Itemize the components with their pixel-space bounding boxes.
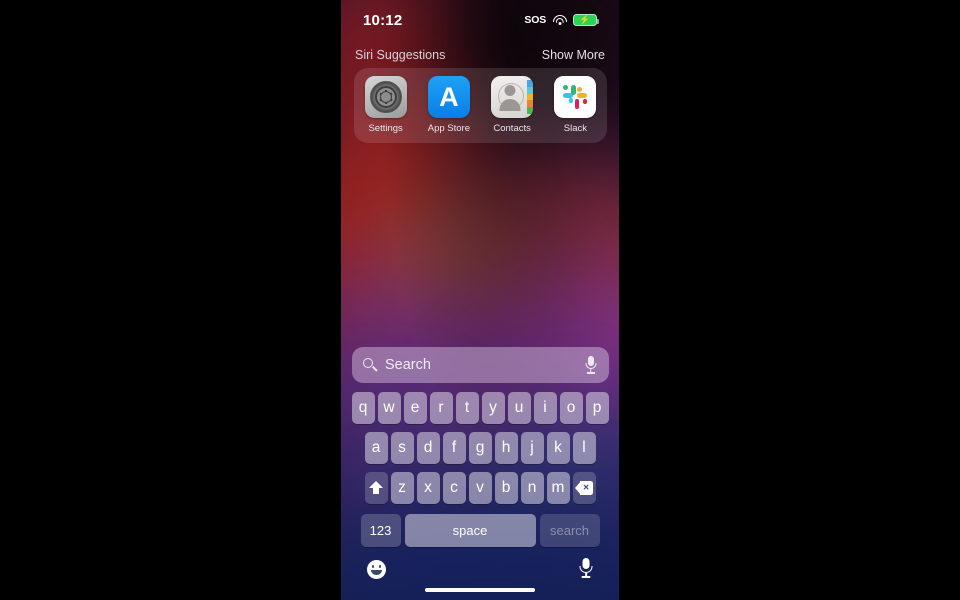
key-b[interactable]: b (494, 472, 518, 504)
show-more-button[interactable]: Show More (542, 48, 605, 62)
wifi-icon (552, 14, 567, 26)
search-input[interactable]: Search (385, 357, 583, 373)
status-clock: 10:12 (363, 11, 403, 29)
app-label: Slack (563, 123, 587, 134)
key-t[interactable]: t (455, 392, 479, 424)
siri-suggestions-card: Settings A App Store Contacts Slack (354, 68, 607, 143)
key-search-return[interactable]: search (539, 513, 600, 547)
key-numbers[interactable]: 123 (360, 513, 401, 547)
app-label: App Store (427, 123, 470, 134)
key-u[interactable]: u (507, 392, 531, 424)
key-g[interactable]: g (468, 432, 492, 464)
app-label: Contacts (493, 123, 531, 134)
key-z[interactable]: z (390, 472, 414, 504)
key-p[interactable]: p (585, 392, 609, 424)
status-bar: 10:12 SOS ⚡ (341, 0, 619, 40)
app-shortcut-slack[interactable]: Slack (547, 76, 603, 134)
key-w[interactable]: w (377, 392, 401, 424)
key-n[interactable]: n (520, 472, 544, 504)
key-space[interactable]: space (404, 513, 536, 547)
key-f[interactable]: f (442, 432, 466, 464)
key-a[interactable]: a (364, 432, 388, 464)
app-label: Settings (368, 123, 403, 134)
siri-suggestions-header: Siri Suggestions Show More (341, 44, 619, 66)
key-j[interactable]: j (520, 432, 544, 464)
app-shortcut-contacts[interactable]: Contacts (484, 76, 540, 134)
search-bar[interactable]: Search (352, 347, 609, 383)
keyboard-bottom-bar (341, 548, 619, 600)
siri-suggestions-title: Siri Suggestions (355, 48, 446, 62)
app-store-icon: A (427, 76, 470, 118)
battery-bolt-icon: ⚡ (579, 14, 591, 25)
keyboard-row-3: z x c v b n m ✕ (341, 468, 619, 508)
app-store-glyph: A (439, 81, 459, 112)
key-q[interactable]: q (351, 392, 375, 424)
search-icon (363, 358, 378, 372)
battery-charging-icon: ⚡ (573, 14, 599, 26)
key-c[interactable]: c (442, 472, 466, 504)
status-indicators: SOS ⚡ (524, 14, 599, 26)
phone-screen: 10:12 SOS ⚡ Siri Suggestions Show More S… (341, 0, 619, 600)
app-shortcut-settings[interactable]: Settings (358, 76, 414, 134)
app-shortcut-app-store[interactable]: A App Store (421, 76, 477, 134)
keyboard-row-4: 123 space search (341, 510, 619, 550)
key-e[interactable]: e (403, 392, 427, 424)
key-m[interactable]: m (546, 472, 570, 504)
key-d[interactable]: d (416, 432, 440, 464)
keyboard-row-1: q w e r t y u i o p (341, 388, 619, 428)
microphone-icon[interactable] (583, 356, 598, 374)
key-x[interactable]: x (416, 472, 440, 504)
keyboard-row-2: a s d f g h j k l (341, 428, 619, 468)
home-indicator[interactable] (425, 588, 535, 592)
key-h[interactable]: h (494, 432, 518, 464)
shift-icon[interactable] (364, 472, 388, 504)
key-s[interactable]: s (390, 432, 414, 464)
key-k[interactable]: k (546, 432, 570, 464)
emoji-smiley-icon[interactable] (367, 560, 386, 579)
key-y[interactable]: y (481, 392, 505, 424)
slack-icon (554, 76, 597, 118)
key-l[interactable]: l (572, 432, 596, 464)
key-r[interactable]: r (429, 392, 453, 424)
settings-gear-icon (364, 76, 407, 118)
backspace-delete-icon[interactable]: ✕ (572, 472, 596, 504)
sos-label: SOS (524, 14, 546, 26)
key-i[interactable]: i (533, 392, 557, 424)
key-o[interactable]: o (559, 392, 583, 424)
microphone-icon[interactable] (579, 558, 593, 578)
contacts-icon (491, 76, 534, 118)
key-v[interactable]: v (468, 472, 492, 504)
